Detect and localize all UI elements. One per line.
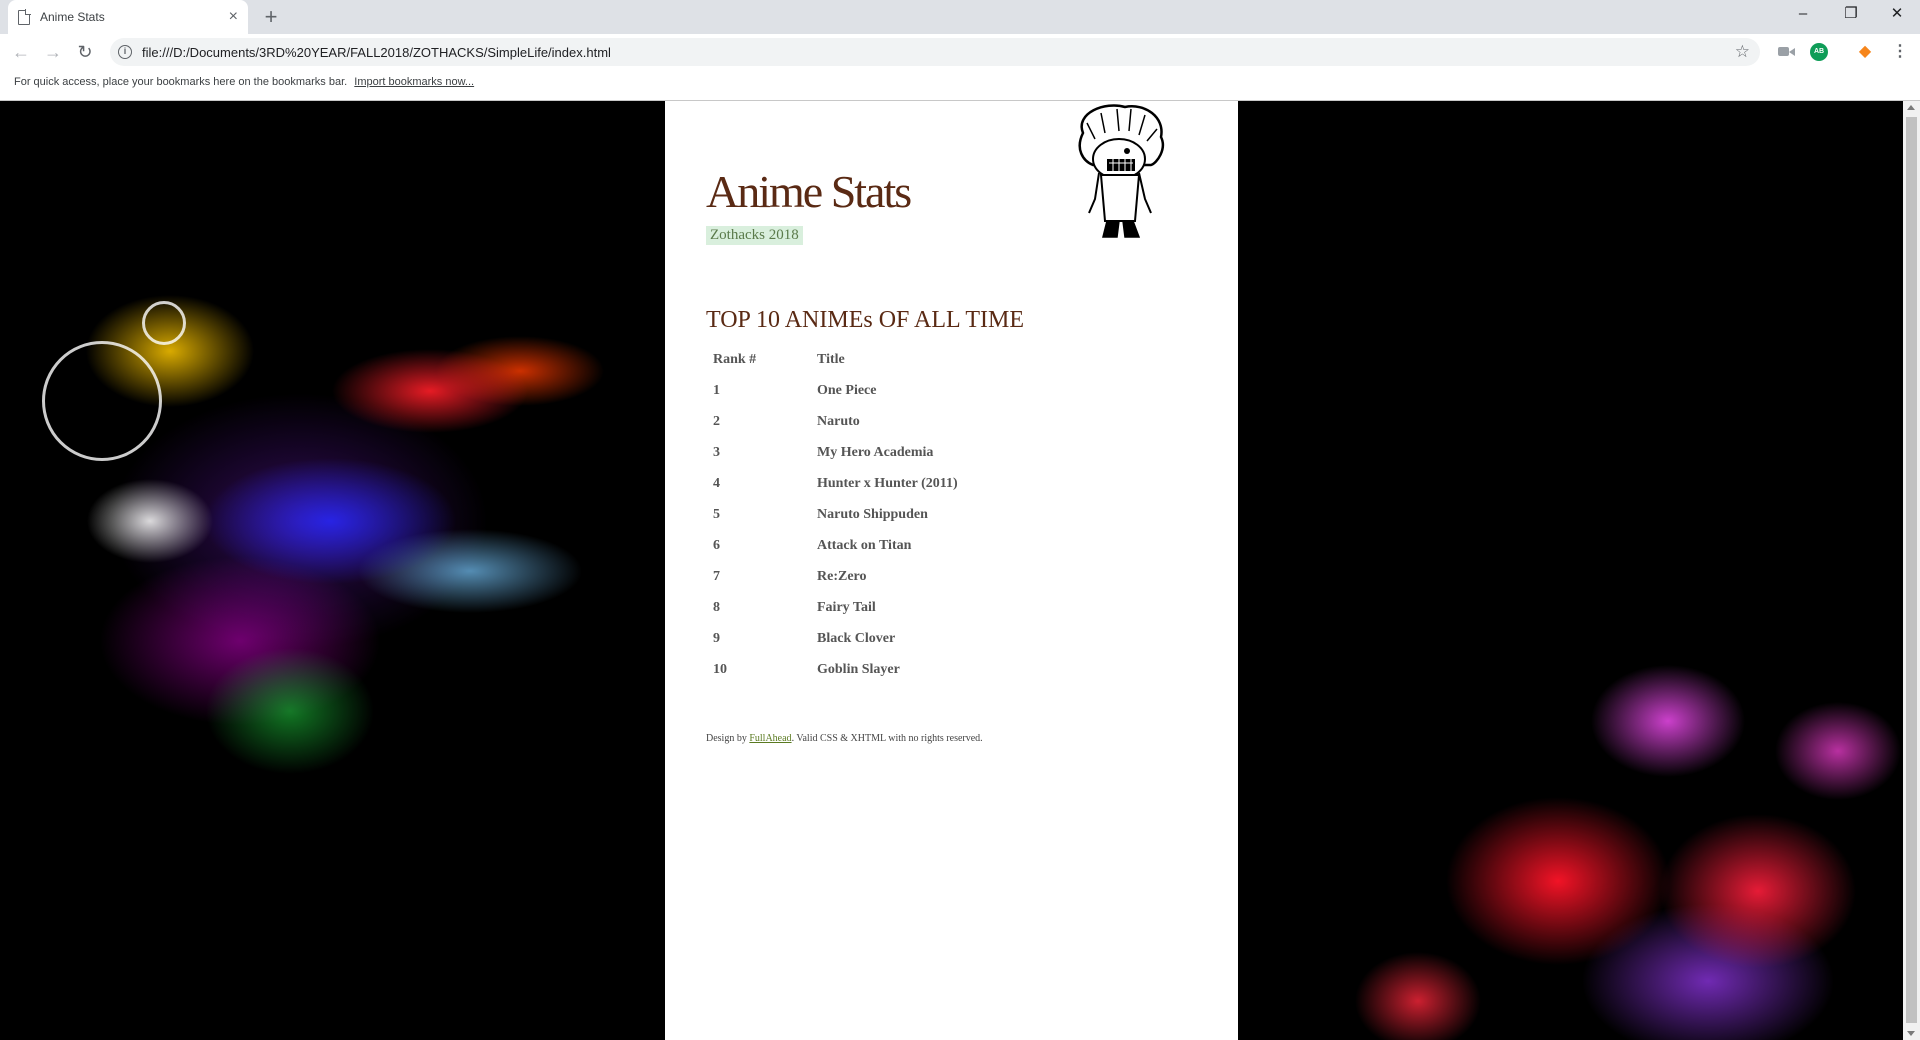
restore-button[interactable]: ❐ [1828, 0, 1874, 30]
tab-close-icon[interactable]: × [229, 9, 238, 25]
bookmarks-hint: For quick access, place your bookmarks h… [14, 76, 348, 88]
title-cell: My Hero Academia [817, 444, 934, 460]
site-title: Anime Stats [706, 166, 912, 217]
forward-button[interactable]: → [41, 40, 65, 64]
title-cell: Re:Zero [817, 568, 867, 584]
rank-cell: 4 [713, 475, 720, 491]
site-subtitle: Zothacks 2018 [706, 226, 803, 245]
title-cell: One Piece [817, 382, 877, 398]
table-row: 1 One Piece [707, 375, 1111, 406]
url-text[interactable]: file:///D:/Documents/3RD%20YEAR/FALL2018… [142, 45, 1735, 60]
anime-ranking-table: Rank # Title 1 One Piece 2 Naruto 3 My Hero… [707, 344, 1111, 685]
new-tab-button[interactable]: + [258, 4, 284, 30]
title-cell: Hunter x Hunter (2011) [817, 475, 958, 491]
rank-cell: 5 [713, 506, 720, 522]
background-art-left [0, 101, 665, 1040]
reload-button[interactable]: ↻ [73, 40, 97, 64]
title-cell: Naruto [817, 413, 860, 429]
table-row: 5 Naruto Shippuden [707, 499, 1111, 530]
title-cell: Naruto Shippuden [817, 506, 928, 522]
rank-column-header: Rank # [713, 351, 757, 367]
tab-anime-stats[interactable]: Anime Stats × [8, 0, 248, 34]
section-heading: TOP 10 ANIMEs OF ALL TIME [706, 307, 1025, 333]
rank-cell: 2 [713, 413, 720, 429]
background-art-right [1238, 101, 1903, 1040]
menu-dots-icon[interactable]: ⋮ [1892, 42, 1908, 62]
title-cell: Attack on Titan [817, 537, 912, 553]
page-viewport: Anime Stats Zothacks 2018 TOP 10 ANIMEs … [0, 101, 1903, 1040]
title-cell: Goblin Slayer [817, 661, 900, 677]
extension-ab-icon[interactable]: AB [1810, 43, 1828, 61]
rank-cell: 9 [713, 630, 720, 646]
rank-cell: 6 [713, 537, 720, 553]
back-button[interactable]: ← [9, 40, 33, 64]
title-cell: Fairy Tail [817, 599, 876, 615]
title-cell: Black Clover [817, 630, 896, 646]
info-icon[interactable]: i [118, 45, 132, 59]
content-column: Anime Stats Zothacks 2018 TOP 10 ANIMEs … [665, 101, 1238, 1040]
tab-strip: Anime Stats × + – ❐ ✕ [0, 0, 1920, 34]
background-ring [142, 301, 186, 345]
table-row: 3 My Hero Academia [707, 437, 1111, 468]
minimize-button[interactable]: – [1780, 0, 1826, 30]
scroll-up-arrow-icon[interactable] [1907, 105, 1915, 110]
rank-cell: 8 [713, 599, 720, 615]
footer-prefix: Design by [706, 733, 750, 744]
page-scrollbar[interactable] [1903, 101, 1920, 1040]
table-row: 9 Black Clover [707, 623, 1111, 654]
close-window-button[interactable]: ✕ [1874, 0, 1920, 30]
camera-icon[interactable] [1778, 43, 1796, 61]
metamask-fox-icon[interactable]: ◆ [1856, 43, 1874, 61]
chibi-mascot-image [1078, 104, 1165, 238]
import-bookmarks-link[interactable]: Import bookmarks now... [354, 76, 474, 88]
address-bar[interactable]: i file:///D:/Documents/3RD%20YEAR/FALL20… [110, 38, 1760, 66]
table-row: 8 Fairy Tail [707, 592, 1111, 623]
background-ring [42, 341, 162, 461]
table-row: 2 Naruto [707, 406, 1111, 437]
title-column-header: Title [817, 351, 845, 367]
table-header-row: Rank # Title [707, 344, 1111, 375]
star-icon[interactable]: ☆ [1735, 42, 1750, 62]
table-row: 10 Goblin Slayer [707, 654, 1111, 685]
rank-cell: 7 [713, 568, 720, 584]
page-footer: Design by FullAhead. Valid CSS & XHTML w… [706, 733, 983, 744]
table-row: 7 Re:Zero [707, 561, 1111, 592]
fullahead-link[interactable]: FullAhead [749, 733, 791, 744]
scroll-down-arrow-icon[interactable] [1907, 1031, 1915, 1036]
table-row: 6 Attack on Titan [707, 530, 1111, 561]
rank-cell: 10 [713, 661, 727, 677]
rank-cell: 3 [713, 444, 720, 460]
rank-cell: 1 [713, 382, 720, 398]
page-icon [18, 9, 31, 25]
browser-toolbar: ← → ↻ i file:///D:/Documents/3RD%20YEAR/… [0, 34, 1920, 70]
bookmarks-bar: For quick access, place your bookmarks h… [0, 70, 1920, 101]
tab-title: Anime Stats [40, 10, 105, 24]
footer-suffix: . Valid CSS & XHTML with no rights reser… [791, 733, 983, 744]
scroll-thumb[interactable] [1906, 117, 1917, 1023]
table-row: 4 Hunter x Hunter (2011) [707, 468, 1111, 499]
